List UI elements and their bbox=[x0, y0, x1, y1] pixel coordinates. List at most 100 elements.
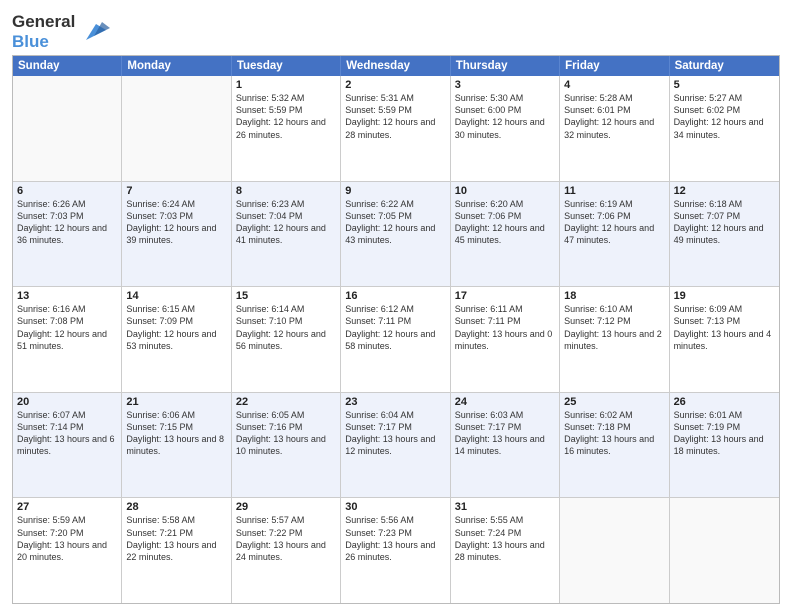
day-info: Sunrise: 5:58 AM Sunset: 7:21 PM Dayligh… bbox=[126, 514, 226, 563]
day-info: Sunrise: 6:20 AM Sunset: 7:06 PM Dayligh… bbox=[455, 198, 555, 247]
day-info: Sunrise: 6:16 AM Sunset: 7:08 PM Dayligh… bbox=[17, 303, 117, 352]
day-cell-1: 1Sunrise: 5:32 AM Sunset: 5:59 PM Daylig… bbox=[232, 76, 341, 181]
page: General Blue SundayMondayTuesdayWednesda… bbox=[0, 0, 792, 612]
logo-line2: Blue bbox=[12, 32, 75, 52]
day-info: Sunrise: 6:07 AM Sunset: 7:14 PM Dayligh… bbox=[17, 409, 117, 458]
empty-cell bbox=[13, 76, 122, 181]
day-header-friday: Friday bbox=[560, 56, 669, 76]
day-cell-15: 15Sunrise: 6:14 AM Sunset: 7:10 PM Dayli… bbox=[232, 287, 341, 392]
day-info: Sunrise: 6:03 AM Sunset: 7:17 PM Dayligh… bbox=[455, 409, 555, 458]
day-cell-3: 3Sunrise: 5:30 AM Sunset: 6:00 PM Daylig… bbox=[451, 76, 560, 181]
day-number: 4 bbox=[564, 79, 664, 91]
day-info: Sunrise: 6:23 AM Sunset: 7:04 PM Dayligh… bbox=[236, 198, 336, 247]
day-number: 29 bbox=[236, 501, 336, 513]
day-cell-6: 6Sunrise: 6:26 AM Sunset: 7:03 PM Daylig… bbox=[13, 182, 122, 287]
day-cell-20: 20Sunrise: 6:07 AM Sunset: 7:14 PM Dayli… bbox=[13, 393, 122, 498]
day-cell-5: 5Sunrise: 5:27 AM Sunset: 6:02 PM Daylig… bbox=[670, 76, 779, 181]
day-number: 5 bbox=[674, 79, 775, 91]
day-number: 30 bbox=[345, 501, 445, 513]
calendar-row-1: 1Sunrise: 5:32 AM Sunset: 5:59 PM Daylig… bbox=[13, 76, 779, 181]
day-cell-4: 4Sunrise: 5:28 AM Sunset: 6:01 PM Daylig… bbox=[560, 76, 669, 181]
day-cell-24: 24Sunrise: 6:03 AM Sunset: 7:17 PM Dayli… bbox=[451, 393, 560, 498]
day-info: Sunrise: 6:02 AM Sunset: 7:18 PM Dayligh… bbox=[564, 409, 664, 458]
day-cell-25: 25Sunrise: 6:02 AM Sunset: 7:18 PM Dayli… bbox=[560, 393, 669, 498]
day-number: 3 bbox=[455, 79, 555, 91]
day-number: 27 bbox=[17, 501, 117, 513]
day-info: Sunrise: 5:32 AM Sunset: 5:59 PM Dayligh… bbox=[236, 92, 336, 141]
day-info: Sunrise: 6:22 AM Sunset: 7:05 PM Dayligh… bbox=[345, 198, 445, 247]
calendar-body: 1Sunrise: 5:32 AM Sunset: 5:59 PM Daylig… bbox=[13, 76, 779, 603]
day-info: Sunrise: 6:15 AM Sunset: 7:09 PM Dayligh… bbox=[126, 303, 226, 352]
day-number: 16 bbox=[345, 290, 445, 302]
logo: General Blue bbox=[12, 12, 110, 51]
logo-line1: General bbox=[12, 12, 75, 32]
day-number: 19 bbox=[674, 290, 775, 302]
calendar-row-4: 20Sunrise: 6:07 AM Sunset: 7:14 PM Dayli… bbox=[13, 392, 779, 498]
empty-cell bbox=[670, 498, 779, 603]
day-header-sunday: Sunday bbox=[13, 56, 122, 76]
day-info: Sunrise: 5:27 AM Sunset: 6:02 PM Dayligh… bbox=[674, 92, 775, 141]
day-number: 21 bbox=[126, 396, 226, 408]
day-number: 11 bbox=[564, 185, 664, 197]
day-header-wednesday: Wednesday bbox=[341, 56, 450, 76]
day-number: 22 bbox=[236, 396, 336, 408]
day-cell-17: 17Sunrise: 6:11 AM Sunset: 7:11 PM Dayli… bbox=[451, 287, 560, 392]
header: General Blue bbox=[12, 10, 780, 51]
day-info: Sunrise: 6:18 AM Sunset: 7:07 PM Dayligh… bbox=[674, 198, 775, 247]
day-number: 2 bbox=[345, 79, 445, 91]
day-cell-28: 28Sunrise: 5:58 AM Sunset: 7:21 PM Dayli… bbox=[122, 498, 231, 603]
day-cell-2: 2Sunrise: 5:31 AM Sunset: 5:59 PM Daylig… bbox=[341, 76, 450, 181]
day-cell-30: 30Sunrise: 5:56 AM Sunset: 7:23 PM Dayli… bbox=[341, 498, 450, 603]
day-cell-18: 18Sunrise: 6:10 AM Sunset: 7:12 PM Dayli… bbox=[560, 287, 669, 392]
day-info: Sunrise: 5:55 AM Sunset: 7:24 PM Dayligh… bbox=[455, 514, 555, 563]
calendar-row-5: 27Sunrise: 5:59 AM Sunset: 7:20 PM Dayli… bbox=[13, 497, 779, 603]
day-number: 28 bbox=[126, 501, 226, 513]
day-info: Sunrise: 5:59 AM Sunset: 7:20 PM Dayligh… bbox=[17, 514, 117, 563]
day-header-saturday: Saturday bbox=[670, 56, 779, 76]
day-info: Sunrise: 6:01 AM Sunset: 7:19 PM Dayligh… bbox=[674, 409, 775, 458]
day-number: 20 bbox=[17, 396, 117, 408]
day-cell-10: 10Sunrise: 6:20 AM Sunset: 7:06 PM Dayli… bbox=[451, 182, 560, 287]
day-info: Sunrise: 6:12 AM Sunset: 7:11 PM Dayligh… bbox=[345, 303, 445, 352]
day-cell-11: 11Sunrise: 6:19 AM Sunset: 7:06 PM Dayli… bbox=[560, 182, 669, 287]
calendar-header: SundayMondayTuesdayWednesdayThursdayFrid… bbox=[13, 56, 779, 76]
day-number: 14 bbox=[126, 290, 226, 302]
day-cell-26: 26Sunrise: 6:01 AM Sunset: 7:19 PM Dayli… bbox=[670, 393, 779, 498]
empty-cell bbox=[560, 498, 669, 603]
day-number: 10 bbox=[455, 185, 555, 197]
day-cell-19: 19Sunrise: 6:09 AM Sunset: 7:13 PM Dayli… bbox=[670, 287, 779, 392]
day-cell-7: 7Sunrise: 6:24 AM Sunset: 7:03 PM Daylig… bbox=[122, 182, 231, 287]
day-number: 15 bbox=[236, 290, 336, 302]
day-cell-9: 9Sunrise: 6:22 AM Sunset: 7:05 PM Daylig… bbox=[341, 182, 450, 287]
day-info: Sunrise: 5:28 AM Sunset: 6:01 PM Dayligh… bbox=[564, 92, 664, 141]
day-number: 8 bbox=[236, 185, 336, 197]
day-info: Sunrise: 6:19 AM Sunset: 7:06 PM Dayligh… bbox=[564, 198, 664, 247]
day-info: Sunrise: 6:11 AM Sunset: 7:11 PM Dayligh… bbox=[455, 303, 555, 352]
day-cell-13: 13Sunrise: 6:16 AM Sunset: 7:08 PM Dayli… bbox=[13, 287, 122, 392]
day-number: 13 bbox=[17, 290, 117, 302]
day-info: Sunrise: 6:04 AM Sunset: 7:17 PM Dayligh… bbox=[345, 409, 445, 458]
day-cell-16: 16Sunrise: 6:12 AM Sunset: 7:11 PM Dayli… bbox=[341, 287, 450, 392]
day-cell-14: 14Sunrise: 6:15 AM Sunset: 7:09 PM Dayli… bbox=[122, 287, 231, 392]
day-number: 6 bbox=[17, 185, 117, 197]
day-cell-22: 22Sunrise: 6:05 AM Sunset: 7:16 PM Dayli… bbox=[232, 393, 341, 498]
day-info: Sunrise: 5:30 AM Sunset: 6:00 PM Dayligh… bbox=[455, 92, 555, 141]
day-number: 7 bbox=[126, 185, 226, 197]
day-number: 17 bbox=[455, 290, 555, 302]
day-number: 31 bbox=[455, 501, 555, 513]
day-cell-27: 27Sunrise: 5:59 AM Sunset: 7:20 PM Dayli… bbox=[13, 498, 122, 603]
day-cell-31: 31Sunrise: 5:55 AM Sunset: 7:24 PM Dayli… bbox=[451, 498, 560, 603]
day-number: 26 bbox=[674, 396, 775, 408]
day-cell-8: 8Sunrise: 6:23 AM Sunset: 7:04 PM Daylig… bbox=[232, 182, 341, 287]
day-info: Sunrise: 5:56 AM Sunset: 7:23 PM Dayligh… bbox=[345, 514, 445, 563]
day-number: 18 bbox=[564, 290, 664, 302]
day-header-monday: Monday bbox=[122, 56, 231, 76]
day-info: Sunrise: 6:14 AM Sunset: 7:10 PM Dayligh… bbox=[236, 303, 336, 352]
day-info: Sunrise: 5:31 AM Sunset: 5:59 PM Dayligh… bbox=[345, 92, 445, 141]
day-number: 25 bbox=[564, 396, 664, 408]
day-number: 23 bbox=[345, 396, 445, 408]
day-info: Sunrise: 6:10 AM Sunset: 7:12 PM Dayligh… bbox=[564, 303, 664, 352]
day-cell-12: 12Sunrise: 6:18 AM Sunset: 7:07 PM Dayli… bbox=[670, 182, 779, 287]
day-info: Sunrise: 6:05 AM Sunset: 7:16 PM Dayligh… bbox=[236, 409, 336, 458]
empty-cell bbox=[122, 76, 231, 181]
